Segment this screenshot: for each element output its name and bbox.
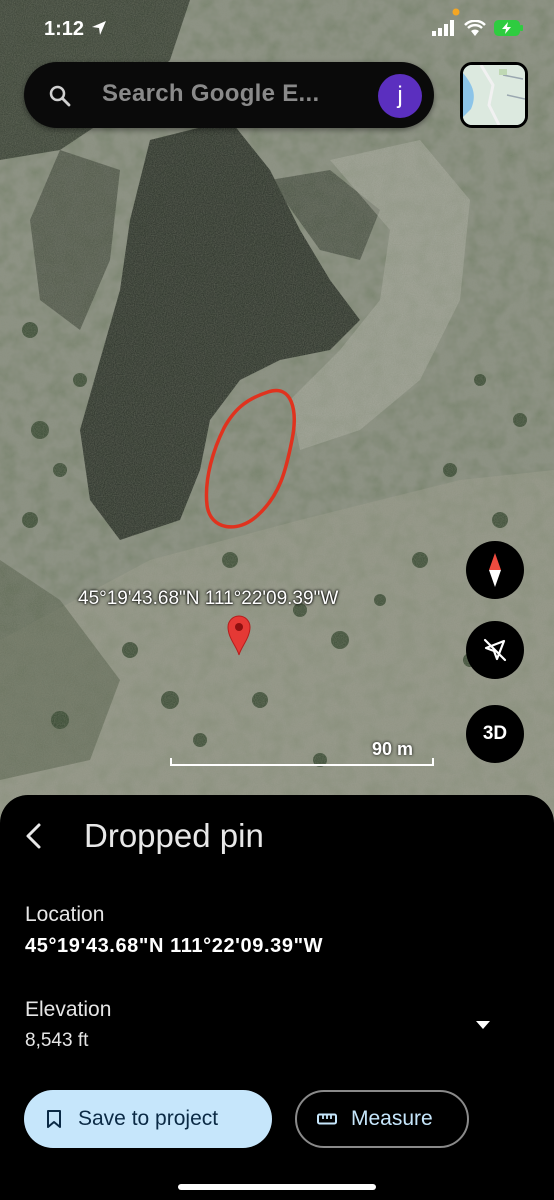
pin-coordinates-label: 45°19'43.68"N 111°22'09.39"W bbox=[78, 588, 339, 609]
scale-label: 90 m bbox=[372, 739, 414, 759]
search-icon[interactable] bbox=[48, 84, 72, 108]
battery-charging-icon bbox=[494, 20, 523, 36]
scale-bar bbox=[170, 758, 434, 766]
recording-indicator-icon bbox=[452, 8, 460, 16]
wifi-icon bbox=[464, 20, 486, 36]
map-thumbnail-icon bbox=[463, 65, 525, 125]
map-style-thumbnail[interactable] bbox=[460, 62, 528, 128]
save-to-project-button[interactable]: Save to project bbox=[24, 1090, 272, 1148]
chevron-down-icon[interactable] bbox=[474, 1018, 492, 1032]
cellular-signal-icon bbox=[432, 20, 454, 36]
back-arrow-icon[interactable] bbox=[22, 822, 46, 850]
elevation-label: Elevation bbox=[25, 998, 112, 1021]
elevation-value: 8,543 ft bbox=[25, 1030, 89, 1051]
location-value: 45°19'43.68"N 111°22'09.39"W bbox=[25, 935, 324, 957]
compass-button[interactable] bbox=[466, 541, 524, 599]
save-button-label: Save to project bbox=[78, 1107, 219, 1130]
my-location-button[interactable] bbox=[466, 621, 524, 679]
status-time: 1:12 bbox=[44, 18, 85, 40]
home-indicator[interactable] bbox=[178, 1184, 376, 1190]
measure-button-label: Measure bbox=[351, 1107, 433, 1130]
location-label: Location bbox=[25, 903, 105, 926]
map-pin-icon[interactable] bbox=[226, 614, 252, 656]
ruler-icon bbox=[317, 1113, 337, 1125]
compass-icon bbox=[489, 553, 501, 587]
search-input[interactable]: Search Google E... bbox=[102, 80, 319, 108]
3d-toggle-button[interactable]: 3D bbox=[466, 705, 524, 763]
account-avatar[interactable]: j bbox=[378, 74, 422, 118]
sheet-title: Dropped pin bbox=[84, 817, 264, 854]
status-bar: 1:12 bbox=[0, 0, 554, 60]
bookmark-icon bbox=[47, 1110, 61, 1128]
location-arrow-icon bbox=[92, 21, 106, 35]
location-off-icon bbox=[483, 638, 507, 662]
measure-button[interactable]: Measure bbox=[295, 1090, 469, 1148]
